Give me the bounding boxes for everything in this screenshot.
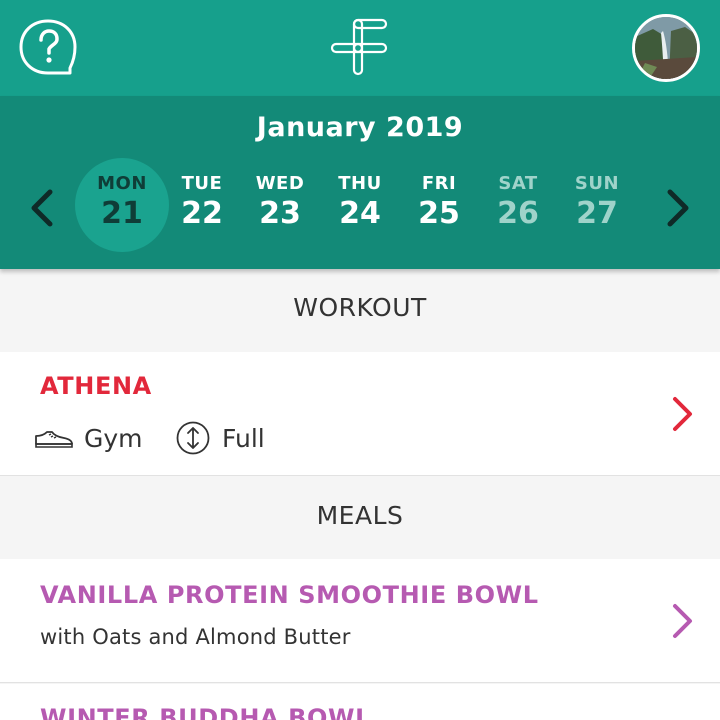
chevron-left-icon[interactable] [26,188,56,228]
brand-logo-icon [330,18,392,78]
chevron-right-icon[interactable] [664,188,694,228]
workout-section-title: WORKOUT [293,293,427,322]
meal-subtitle: with Oats and Almond Butter [40,625,351,649]
chevron-right-icon[interactable] [670,394,696,434]
question-bubble-icon[interactable] [18,18,78,78]
workout-type-label: Full [222,423,265,453]
sneaker-icon [34,426,74,450]
meal-title: WINTER BUDDHA BOWL [40,704,371,720]
workout-location-label: Gym [84,423,143,453]
top-bar [0,0,720,96]
meal-title: VANILLA PROTEIN SMOOTHIE BOWL [40,581,539,609]
meal-card[interactable]: WINTER BUDDHA BOWL [0,684,720,720]
workout-card[interactable]: ATHENA Gym Full [0,352,720,476]
up-down-arrows-icon [176,421,210,455]
month-title: January 2019 [256,112,464,143]
week-calendar: January 2019 MON 21 TUE 22 WED 23 THU 24… [0,96,720,269]
meals-section-title: MEALS [316,501,404,530]
workout-type: Full [176,420,265,456]
waterfall-avatar-icon[interactable] [632,14,700,82]
workout-location: Gym [34,420,143,456]
chevron-right-icon[interactable] [670,601,696,641]
meal-card[interactable]: VANILLA PROTEIN SMOOTHIE BOWL with Oats … [0,559,720,683]
day-name: SUN [574,173,620,194]
day-number: 27 [576,196,618,231]
workout-title: ATHENA [40,372,152,400]
day-sun[interactable]: SUN 27 [550,158,644,252]
